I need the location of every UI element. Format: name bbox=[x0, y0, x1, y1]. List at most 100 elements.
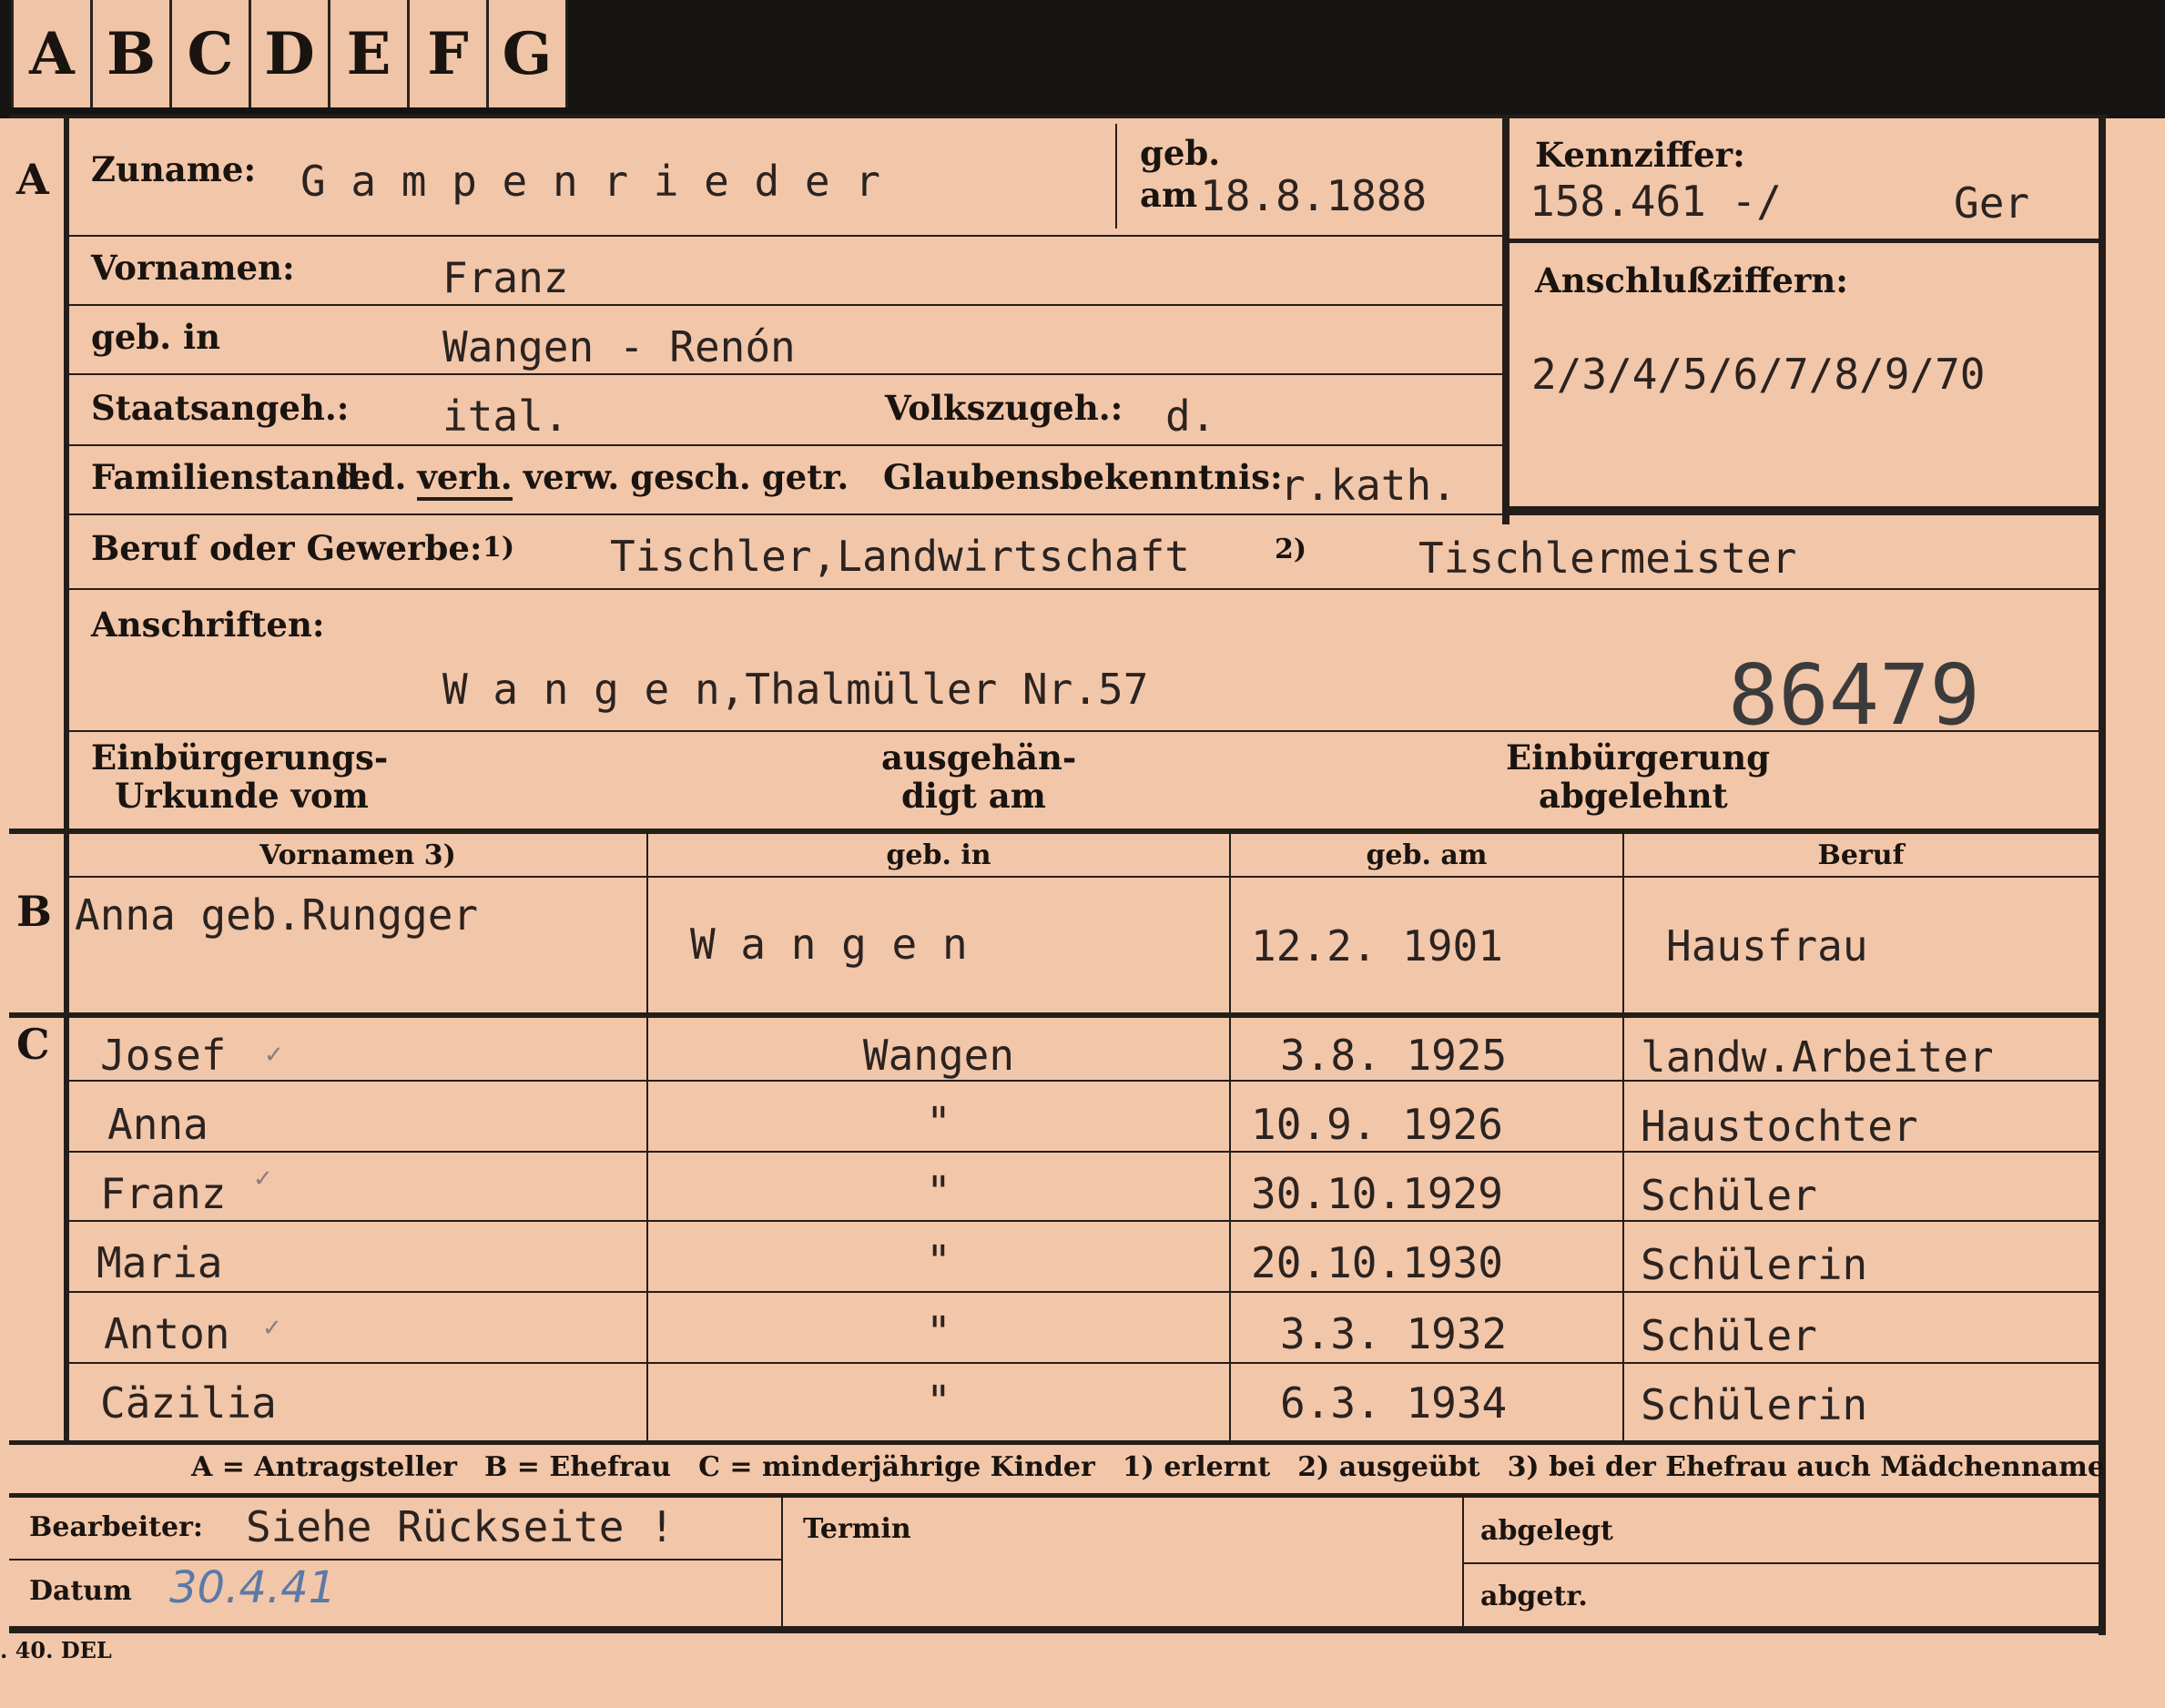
row-line bbox=[69, 304, 1504, 306]
tab-a: A bbox=[11, 0, 90, 107]
row-line bbox=[69, 1291, 2101, 1293]
einb-abg-label-1: Einbürgerung bbox=[1506, 737, 1771, 778]
print-code: . 40. DEL bbox=[0, 1637, 112, 1663]
ausgeh-label-2: digt am bbox=[901, 776, 1046, 816]
geb-label: geb. bbox=[1140, 133, 1221, 173]
anschluss-label: Anschlußziffern: bbox=[1535, 260, 1848, 300]
row-line bbox=[69, 1151, 2101, 1153]
section-divider-line bbox=[64, 115, 69, 1444]
footer-column-line bbox=[781, 1497, 783, 1633]
child-name: Josef bbox=[100, 1031, 227, 1080]
row-line bbox=[69, 373, 1504, 375]
staat-value: ital. bbox=[442, 391, 569, 441]
glauben-value: r.kath. bbox=[1280, 461, 1457, 510]
tab-d: D bbox=[249, 0, 328, 107]
beruf-value-2: Tischlermeister bbox=[1418, 534, 1797, 583]
datum-label: Datum bbox=[29, 1575, 132, 1607]
row-line bbox=[69, 1362, 2101, 1364]
familien-option-led: led. bbox=[337, 457, 407, 497]
tab-g: G bbox=[486, 0, 565, 107]
familien-label: Familienstand: bbox=[91, 457, 372, 497]
vornamen-label: Vornamen: bbox=[91, 248, 295, 288]
familien-options: led. verh. verw. gesch. getr. bbox=[337, 457, 849, 501]
familien-option-gesch: gesch. bbox=[630, 457, 751, 497]
tab-c: C bbox=[169, 0, 249, 107]
table-header-line bbox=[69, 876, 2101, 878]
volk-value: d. bbox=[1165, 391, 1216, 441]
legend-b: B = Ehefrau bbox=[484, 1451, 672, 1483]
glauben-label: Glaubensbekenntnis: bbox=[883, 457, 1283, 497]
volk-label: Volkszugeh.: bbox=[885, 388, 1123, 428]
section-c-border bbox=[9, 1012, 2101, 1018]
row-line bbox=[69, 513, 2101, 515]
legend-bottom-border bbox=[9, 1493, 2101, 1498]
child-date: 20.10.1930 bbox=[1251, 1238, 1503, 1287]
check-mark-icon: ✓ bbox=[262, 1315, 282, 1342]
child-job: Schülerin bbox=[1641, 1380, 1868, 1429]
beruf-value-1: Tischler,Landwirtschaft bbox=[610, 532, 1190, 581]
section-letter-b: B bbox=[16, 887, 52, 936]
geb-am-label: am bbox=[1140, 175, 1198, 215]
anschluss-value: 2/3/4/5/6/7/8/9/70 bbox=[1531, 350, 1986, 399]
row-line bbox=[69, 588, 2101, 590]
gebin-value: Wangen - Renón bbox=[442, 322, 796, 371]
spouse-job: Hausfrau bbox=[1666, 921, 1868, 971]
legend-top-border bbox=[9, 1440, 2101, 1445]
geb-am-value: 18.8.1888 bbox=[1200, 171, 1428, 220]
tab-f: F bbox=[407, 0, 486, 107]
anschriften-value: W a n g e n,Thalmüller Nr.57 bbox=[442, 665, 1149, 714]
card-bottom-border bbox=[9, 1626, 2106, 1633]
section-letter-a: A bbox=[16, 155, 49, 204]
kennziffer-value: 158.461 -/ bbox=[1530, 177, 1782, 226]
child-name: Anton bbox=[104, 1309, 230, 1358]
kennziffer-suffix: Ger bbox=[1954, 178, 2030, 228]
ausgeh-label-1: ausgehän- bbox=[881, 737, 1077, 778]
bearbeiter-value: Siehe Rückseite ! bbox=[246, 1502, 675, 1551]
child-place-ditto: " bbox=[926, 1236, 951, 1286]
child-place-ditto: " bbox=[926, 1167, 951, 1216]
section-letter-c: C bbox=[16, 1020, 50, 1069]
zuname-label: Zuname: bbox=[91, 149, 257, 189]
footer-column-line bbox=[1462, 1497, 1464, 1633]
familien-option-verh-selected: verh. bbox=[417, 457, 513, 501]
row-line bbox=[69, 235, 1504, 237]
vornamen-value: Franz bbox=[442, 253, 569, 302]
einb-abg-label-2: abgelehnt bbox=[1539, 776, 1728, 816]
legend-note-2: 2) ausgeübt bbox=[1297, 1451, 1480, 1483]
child-job: Schülerin bbox=[1641, 1240, 1868, 1289]
beruf-note-2: 2) bbox=[1275, 534, 1307, 565]
col-header-beruf: Beruf bbox=[1817, 839, 1905, 871]
child-date: 10.9. 1926 bbox=[1251, 1100, 1503, 1149]
footer-row-line bbox=[9, 1559, 783, 1561]
zuname-value: G a m p e n r i e d e r bbox=[300, 157, 880, 206]
beruf-label: Beruf oder Gewerbe: bbox=[91, 528, 483, 568]
row-line bbox=[69, 1220, 2101, 1222]
tab-e: E bbox=[328, 0, 407, 107]
child-name: Franz bbox=[100, 1169, 227, 1218]
check-mark-icon: ✓ bbox=[264, 1042, 284, 1069]
col-header-vornamen: Vornamen 3) bbox=[259, 839, 456, 871]
child-date: 30.10.1929 bbox=[1251, 1169, 1503, 1218]
abgelegt-label: abgelegt bbox=[1480, 1515, 1613, 1547]
spouse-date: 12.2. 1901 bbox=[1251, 921, 1503, 971]
kennziffer-left-border bbox=[1502, 115, 1509, 524]
footer-row-line bbox=[1462, 1562, 2101, 1564]
termin-label: Termin bbox=[803, 1513, 911, 1545]
einb-urkunde-label-1: Einbürgerungs- bbox=[91, 737, 389, 778]
child-name: Maria bbox=[97, 1238, 223, 1287]
check-mark-icon: ✓ bbox=[253, 1165, 273, 1193]
child-job: Haustochter bbox=[1641, 1102, 1918, 1151]
gebin-label: geb. in bbox=[91, 317, 221, 357]
beruf-note-1: 1) bbox=[483, 532, 515, 564]
legend-c: C = minderjährige Kinder bbox=[698, 1451, 1095, 1483]
einb-urkunde-label-2: Urkunde vom bbox=[115, 776, 369, 816]
col-header-gebam: geb. am bbox=[1366, 839, 1488, 871]
familien-option-getr: getr. bbox=[761, 457, 849, 497]
child-job: Schüler bbox=[1641, 1311, 1817, 1360]
spouse-name: Anna geb.Rungger bbox=[75, 890, 479, 940]
child-place-ditto: " bbox=[926, 1098, 951, 1147]
child-place-ditto: " bbox=[926, 1377, 951, 1426]
spouse-place: W a n g e n bbox=[690, 920, 968, 969]
familien-option-verw: verw. bbox=[523, 457, 620, 497]
stamp-number: 86479 bbox=[1728, 646, 1980, 744]
